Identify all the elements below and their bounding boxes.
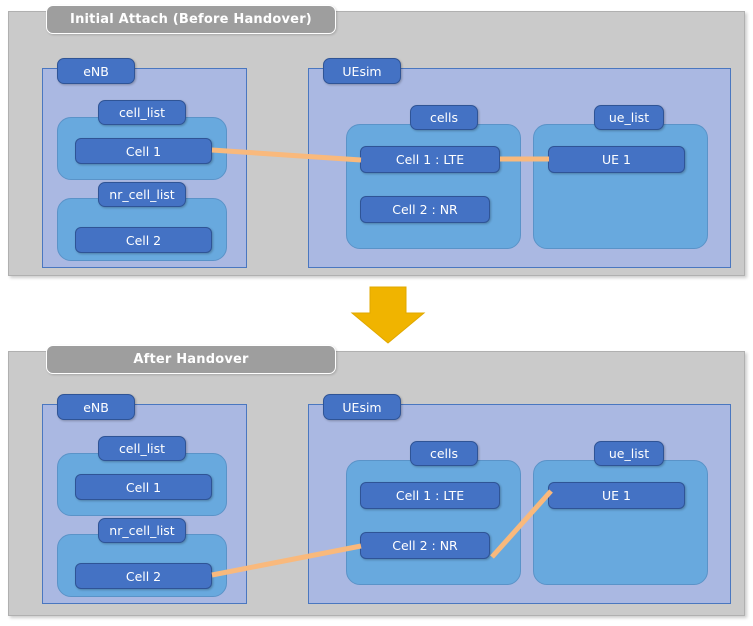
panel-title-after-handover: After Handover	[46, 345, 336, 374]
panel-title-before-handover: Initial Attach (Before Handover)	[46, 5, 336, 34]
object-cell1-lte-before[interactable]: Cell 1 : LTE	[360, 146, 500, 173]
object-cell2-nr-after[interactable]: Cell 2 : NR	[360, 532, 490, 559]
object-cell2-enb-before[interactable]: Cell 2	[75, 227, 212, 253]
object-ue1-before[interactable]: UE 1	[548, 146, 685, 173]
object-cell1-enb-before[interactable]: Cell 1	[75, 138, 212, 164]
node-label-enb-after[interactable]: eNB	[57, 394, 135, 420]
container-label-cells-after[interactable]: cells	[410, 441, 478, 466]
container-label-cell-list-after[interactable]: cell_list	[98, 436, 186, 461]
container-label-nr-cell-list-after[interactable]: nr_cell_list	[98, 518, 186, 543]
object-cell1-lte-after[interactable]: Cell 1 : LTE	[360, 482, 500, 509]
container-label-ue-list-before[interactable]: ue_list	[594, 105, 664, 130]
container-ue-list-before[interactable]	[533, 124, 708, 249]
container-label-cells-before[interactable]: cells	[410, 105, 478, 130]
down-arrow-icon	[350, 286, 426, 344]
container-label-nr-cell-list-before[interactable]: nr_cell_list	[98, 182, 186, 207]
object-cell2-nr-before[interactable]: Cell 2 : NR	[360, 196, 490, 223]
object-cell2-enb-after[interactable]: Cell 2	[75, 563, 212, 589]
container-ue-list-after[interactable]	[533, 460, 708, 585]
node-label-uesim-after[interactable]: UEsim	[323, 394, 401, 420]
object-ue1-after[interactable]: UE 1	[548, 482, 685, 509]
container-cells-before[interactable]	[346, 124, 521, 249]
node-label-enb-before[interactable]: eNB	[57, 58, 135, 84]
container-cells-after[interactable]	[346, 460, 521, 585]
container-label-cell-list-before[interactable]: cell_list	[98, 100, 186, 125]
container-label-ue-list-after[interactable]: ue_list	[594, 441, 664, 466]
object-cell1-enb-after[interactable]: Cell 1	[75, 474, 212, 500]
node-label-uesim-before[interactable]: UEsim	[323, 58, 401, 84]
